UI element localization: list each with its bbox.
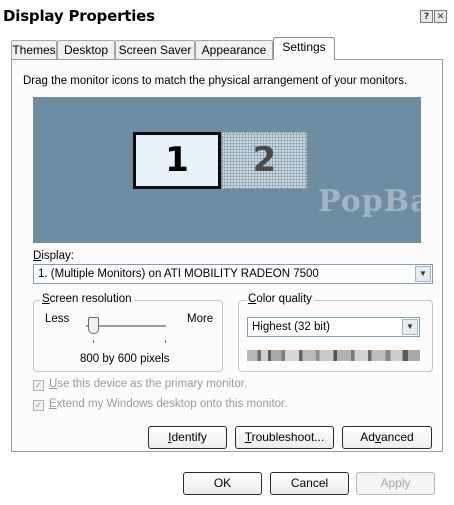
tab-desktop[interactable]: Desktop bbox=[57, 40, 115, 59]
resolution-slider-thumb[interactable] bbox=[88, 317, 99, 334]
tab-settings[interactable]: Settings bbox=[273, 37, 335, 60]
display-label: Display: bbox=[33, 250, 74, 262]
color-quality-select[interactable]: Highest (32 bit) ▼ bbox=[247, 317, 420, 337]
tab-appearance[interactable]: Appearance bbox=[195, 40, 273, 59]
color-quality-preview-bar bbox=[247, 350, 420, 361]
window-title: Display Properties bbox=[3, 7, 155, 25]
title-bar[interactable]: Display Properties ? ✕ bbox=[0, 0, 454, 28]
primary-monitor-label: Use this device as the primary monitor. bbox=[49, 378, 248, 390]
screen-resolution-legend: Screen resolution bbox=[40, 293, 134, 305]
resolution-value-text: 800 by 600 pixels bbox=[80, 353, 170, 365]
color-quality-value: Highest (32 bit) bbox=[252, 321, 330, 333]
ok-button[interactable]: OK bbox=[183, 472, 262, 495]
resolution-less-label: Less bbox=[45, 313, 70, 325]
display-select-value: 1. (Multiple Monitors) on ATI MOBILITY R… bbox=[38, 268, 319, 280]
chevron-down-icon[interactable]: ▼ bbox=[415, 266, 431, 282]
color-quality-legend: Color quality bbox=[246, 293, 314, 305]
extend-desktop-checkbox[interactable]: ✓ bbox=[33, 400, 44, 411]
display-select[interactable]: 1. (Multiple Monitors) on ATI MOBILITY R… bbox=[33, 264, 433, 284]
cancel-button[interactable]: Cancel bbox=[270, 472, 349, 495]
resolution-more-label: More bbox=[187, 313, 214, 325]
slider-tick bbox=[93, 340, 94, 343]
instructions-text: Drag the monitor icons to match the phys… bbox=[23, 75, 408, 87]
help-button[interactable]: ? bbox=[420, 10, 433, 23]
advanced-button[interactable]: Advanced bbox=[342, 426, 432, 449]
tab-themes[interactable]: Themes bbox=[11, 40, 57, 59]
troubleshoot-button[interactable]: Troubleshoot... bbox=[235, 426, 334, 449]
extend-desktop-label: Extend my Windows desktop onto this moni… bbox=[49, 398, 288, 410]
monitor-1-icon[interactable]: 1 bbox=[133, 132, 221, 189]
tab-screen-saver[interactable]: Screen Saver bbox=[115, 40, 195, 59]
identify-button[interactable]: Identify bbox=[148, 426, 227, 449]
chevron-down-icon[interactable]: ▼ bbox=[402, 319, 418, 335]
primary-monitor-checkbox[interactable]: ✓ bbox=[33, 380, 44, 391]
close-button[interactable]: ✕ bbox=[434, 10, 447, 23]
slider-tick bbox=[165, 340, 166, 343]
apply-button[interactable]: Apply bbox=[356, 472, 435, 495]
monitor-2-icon[interactable]: 2 bbox=[222, 132, 307, 189]
watermark-logo: PopBa bbox=[318, 184, 431, 219]
